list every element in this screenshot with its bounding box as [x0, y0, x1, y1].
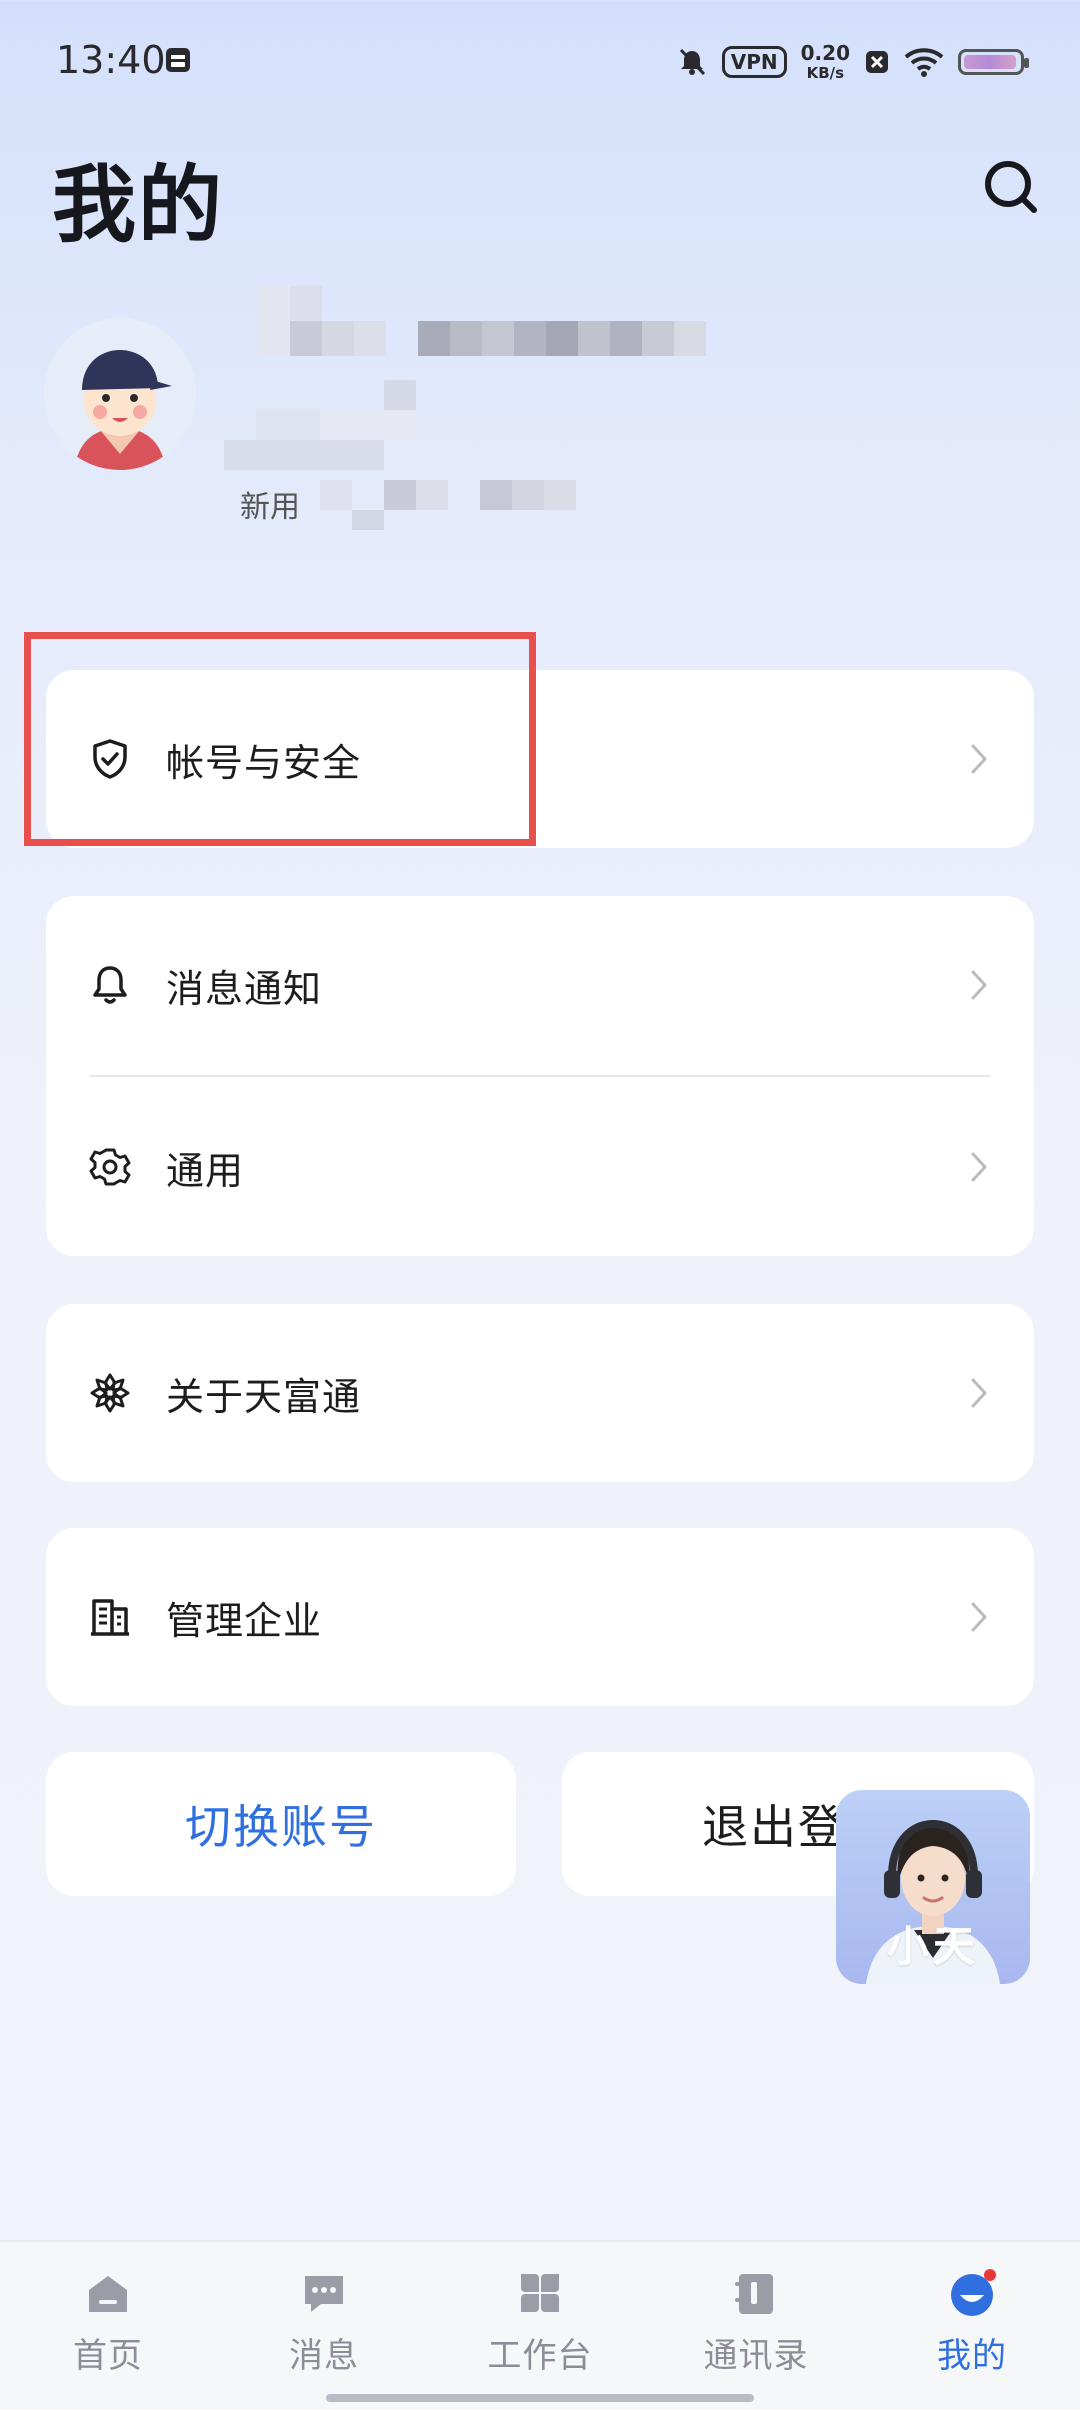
menu-item-notifications[interactable]: 消息通知 [46, 896, 1034, 1074]
tab-label: 首页 [73, 2336, 143, 2376]
wifi-icon [904, 48, 944, 77]
assistant-floating-button[interactable]: 小天 [836, 1790, 1030, 1984]
tab-contacts[interactable]: 通讯录 [676, 2262, 836, 2382]
battery-icon [958, 49, 1029, 75]
search-icon[interactable] [976, 152, 1048, 224]
chevron-right-icon [971, 1152, 987, 1182]
tab-home[interactable]: 首页 [28, 2262, 188, 2382]
building-icon [91, 1599, 129, 1636]
tab-mine[interactable]: 我的 [892, 2262, 1052, 2382]
chevron-right-icon [971, 1378, 987, 1408]
profile-info-redacted [224, 380, 764, 530]
tab-workbench[interactable]: 工作台 [460, 2262, 620, 2382]
manage-enterprise-card: 管理企业 [46, 1528, 1034, 1706]
bottom-nav: 首页 消息 工作台 通讯录 我的 [0, 2240, 1080, 2410]
chevron-right-icon [971, 744, 987, 774]
battery-tip [1024, 58, 1029, 68]
mute-bell-icon [679, 48, 705, 76]
avatar-illustration [44, 318, 196, 470]
bell-icon [93, 966, 127, 1004]
home-indicator[interactable] [326, 2394, 754, 2402]
network-speed-value: 0.20 [800, 41, 850, 65]
settings-card: 消息通知 通用 [46, 896, 1034, 1256]
profile-subtitle: 新用 [240, 490, 300, 525]
menu-item-about[interactable]: 关于天富通 [46, 1304, 1034, 1482]
page-title: 我的 [52, 156, 225, 254]
home-icon [89, 2276, 127, 2312]
network-speed-unit: KB/s [806, 64, 845, 82]
sim-error-icon [866, 51, 888, 73]
grid-petals-icon [521, 2274, 559, 2312]
menu-item-manage-enterprise[interactable]: 管理企业 [46, 1528, 1034, 1706]
tab-label: 消息 [289, 2336, 359, 2376]
battery-level [964, 55, 1016, 69]
chat-bubble-icon [305, 2276, 343, 2312]
menu-item-label: 管理企业 [166, 1598, 323, 1643]
profile-name-redacted [224, 286, 764, 356]
status-time: 13:40 [56, 38, 166, 82]
menu-item-label: 关于天富通 [166, 1374, 362, 1419]
tab-label: 工作台 [487, 2336, 593, 2376]
chevron-right-icon [971, 1602, 987, 1632]
assistant-label: 小天 [886, 1922, 979, 1971]
network-speed: 0.20 KB/s [801, 43, 850, 81]
vpn-badge: VPN [721, 46, 787, 78]
menu-item-general[interactable]: 通用 [46, 1078, 1034, 1256]
avatar[interactable] [44, 318, 196, 470]
chevron-right-icon [971, 970, 987, 1000]
status-icons: VPN 0.20 KB/s [676, 34, 1029, 90]
menu-item-label: 通用 [166, 1148, 245, 1193]
about-card: 关于天富通 [46, 1304, 1034, 1482]
snowflake-flower-icon [90, 1373, 130, 1413]
tab-label: 通讯录 [703, 2336, 809, 2376]
tab-label: 我的 [937, 2336, 1007, 2376]
address-book-icon [735, 2274, 773, 2314]
highlight-annotation [24, 632, 536, 846]
divider [90, 1075, 990, 1077]
switch-account-button[interactable]: 切换账号 [46, 1752, 516, 1896]
gear-icon [89, 1148, 131, 1186]
tab-messages[interactable]: 消息 [244, 2262, 404, 2382]
menu-item-label: 消息通知 [166, 966, 323, 1011]
app-notification-icon [166, 48, 190, 72]
profile-face-icon [951, 2269, 996, 2316]
